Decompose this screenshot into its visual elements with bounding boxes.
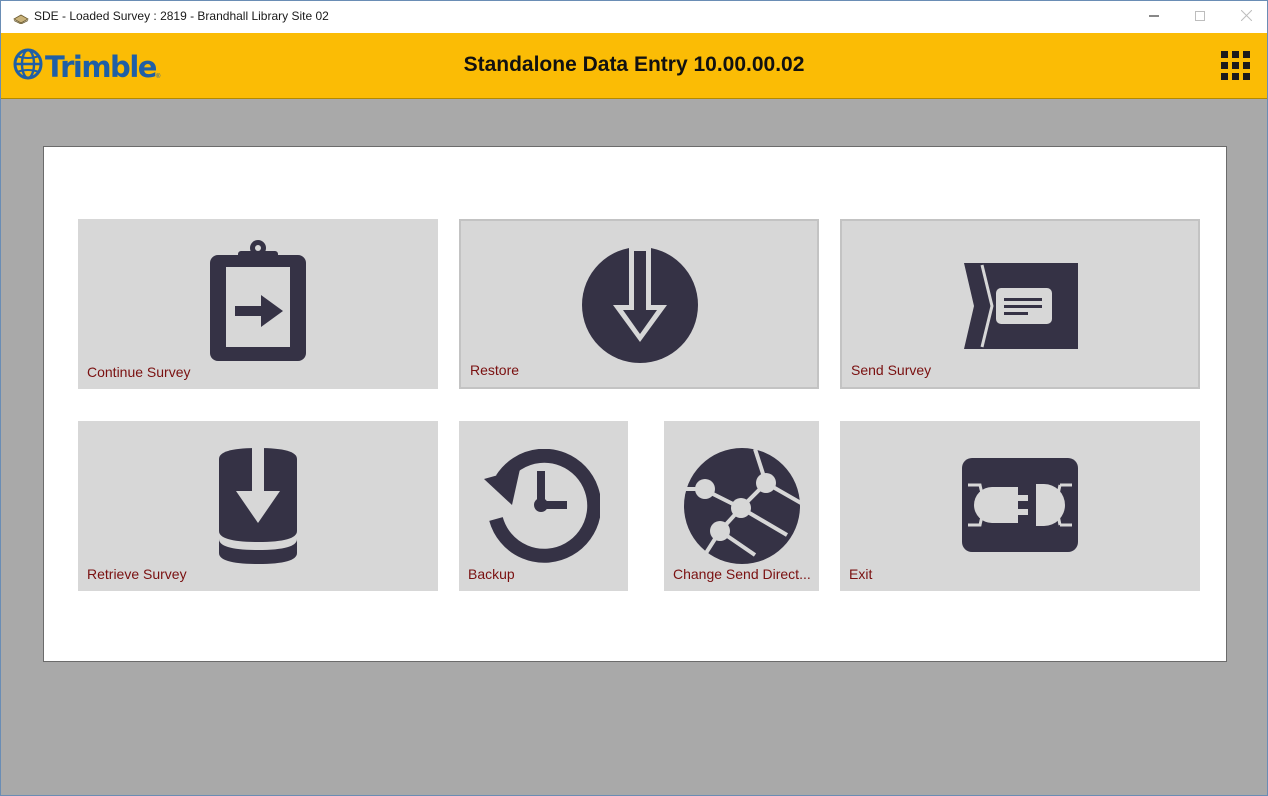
send-envelope-icon [962,261,1080,351]
database-download-icon [218,447,298,565]
window-title: SDE - Loaded Survey : 2819 - Brandhall L… [34,9,329,23]
close-icon [1240,8,1252,26]
app-header: Trimble ® Standalone Data Entry 10.00.00… [1,33,1267,99]
tile-label: Retrieve Survey [87,566,187,582]
send-survey-tile[interactable]: Send Survey [840,219,1200,389]
change-send-direct-tile[interactable]: Change Send Direct... [664,421,819,591]
grid-menu-button[interactable] [1221,51,1250,81]
tile-label: Continue Survey [87,364,191,380]
close-button[interactable] [1223,1,1268,33]
exit-tile[interactable]: Exit [840,421,1200,591]
minimize-button[interactable] [1131,1,1177,33]
app-window: SDE - Loaded Survey : 2819 - Brandhall L… [0,0,1268,796]
minimize-icon [1149,8,1159,26]
title-bar[interactable]: SDE - Loaded Survey : 2819 - Brandhall L… [1,1,1267,33]
tile-label: Change Send Direct... [673,566,811,582]
download-circle-icon [581,246,699,364]
retrieve-survey-tile[interactable]: Retrieve Survey [78,421,438,591]
maximize-button[interactable] [1177,1,1223,33]
stack-icon [13,11,29,25]
history-clock-icon [484,449,600,565]
tile-label: Exit [849,566,873,582]
plug-icon [962,458,1078,552]
tile-label: Send Survey [851,362,932,378]
tile-label: Backup [468,566,515,582]
continue-survey-tile[interactable]: Continue Survey [78,219,438,389]
grid-menu-icon [1221,51,1250,85]
clipboard-arrow-icon [209,239,307,363]
network-globe-icon [683,447,801,565]
app-title: Standalone Data Entry 10.00.00.02 [463,53,805,76]
backup-tile[interactable]: Backup [459,421,628,591]
main-panel: Continue Survey Restore Send Survey Retr… [43,146,1227,662]
maximize-icon [1195,8,1205,26]
restore-tile[interactable]: Restore [459,219,819,389]
tile-label: Restore [470,362,520,378]
